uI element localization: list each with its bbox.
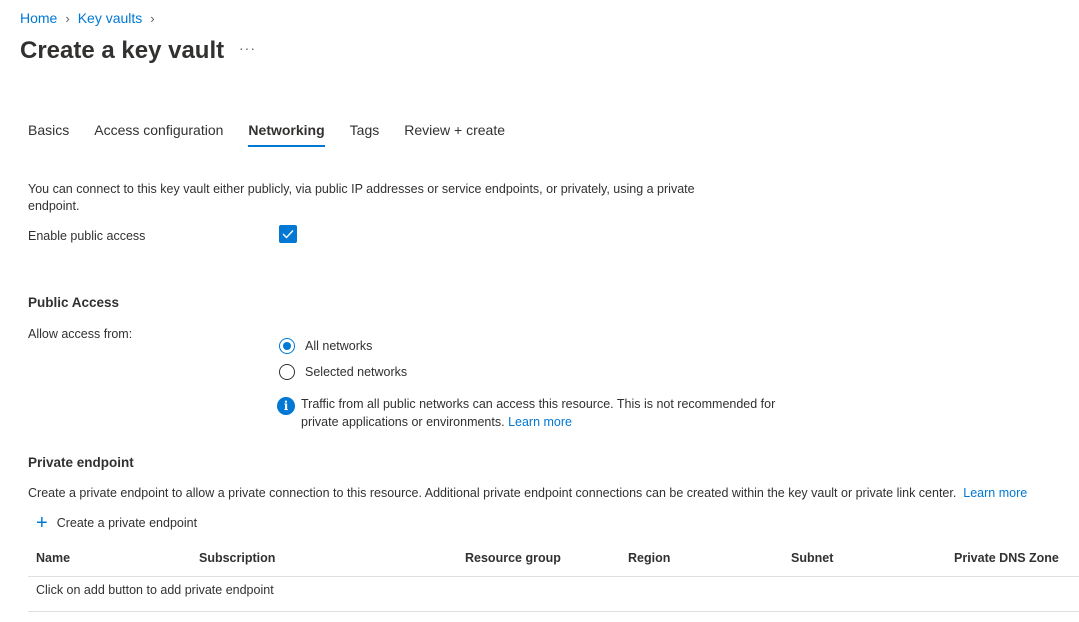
- table-divider: [28, 611, 1079, 612]
- table-divider: [28, 576, 1079, 577]
- more-options-button[interactable]: ···: [239, 40, 256, 56]
- private-endpoint-description-text: Create a private endpoint to allow a pri…: [28, 486, 957, 500]
- page-title: Create a key vault: [20, 37, 225, 64]
- private-endpoint-description: Create a private endpoint to allow a pri…: [28, 486, 1027, 500]
- breadcrumb-key-vaults-link[interactable]: Key vaults: [78, 10, 143, 26]
- checkmark-icon: [282, 230, 294, 239]
- column-header-name: Name: [36, 551, 71, 565]
- chevron-right-icon: ›: [65, 10, 70, 26]
- column-header-private-dns-zone: Private DNS Zone: [954, 551, 1059, 565]
- create-private-endpoint-button[interactable]: + Create a private endpoint: [36, 512, 198, 534]
- chevron-right-icon: ›: [150, 10, 155, 26]
- radio-option-all-networks[interactable]: All networks: [279, 338, 372, 354]
- tab-networking[interactable]: Networking: [248, 122, 325, 147]
- column-header-resource-group: Resource group: [465, 551, 561, 565]
- create-private-endpoint-label: Create a private endpoint: [56, 516, 198, 530]
- private-endpoint-learn-more-link[interactable]: Learn more: [963, 486, 1027, 500]
- enable-public-access-checkbox[interactable]: [279, 225, 297, 243]
- breadcrumb-home-link[interactable]: Home: [20, 10, 57, 26]
- info-learn-more-link[interactable]: Learn more: [508, 415, 572, 429]
- radio-label: All networks: [305, 339, 373, 353]
- breadcrumb: Home › Key vaults ›: [20, 10, 163, 26]
- tab-tags[interactable]: Tags: [350, 122, 380, 147]
- networking-intro-text: You can connect to this key vault either…: [28, 182, 695, 213]
- tab-review-create[interactable]: Review + create: [404, 122, 505, 147]
- private-endpoint-heading: Private endpoint: [28, 455, 134, 470]
- column-header-subnet: Subnet: [791, 551, 834, 565]
- table-empty-message: Click on add button to add private endpo…: [36, 583, 274, 597]
- radio-button[interactable]: [279, 338, 295, 354]
- public-access-info-message: Traffic from all public networks can acc…: [301, 395, 781, 431]
- tab-bar: Basics Access configuration Networking T…: [28, 122, 530, 147]
- radio-option-selected-networks[interactable]: Selected networks: [279, 364, 407, 380]
- column-header-region: Region: [628, 551, 671, 565]
- public-access-heading: Public Access: [28, 295, 120, 310]
- radio-label: Selected networks: [305, 365, 408, 379]
- allow-access-from-label: Allow access from:: [28, 327, 133, 341]
- tab-access-configuration[interactable]: Access configuration: [94, 122, 223, 147]
- tab-basics[interactable]: Basics: [28, 122, 69, 147]
- info-icon: i: [277, 397, 295, 415]
- radio-button[interactable]: [279, 364, 295, 380]
- column-header-subscription: Subscription: [199, 551, 276, 565]
- plus-icon: +: [36, 512, 48, 534]
- enable-public-access-label: Enable public access: [28, 229, 146, 243]
